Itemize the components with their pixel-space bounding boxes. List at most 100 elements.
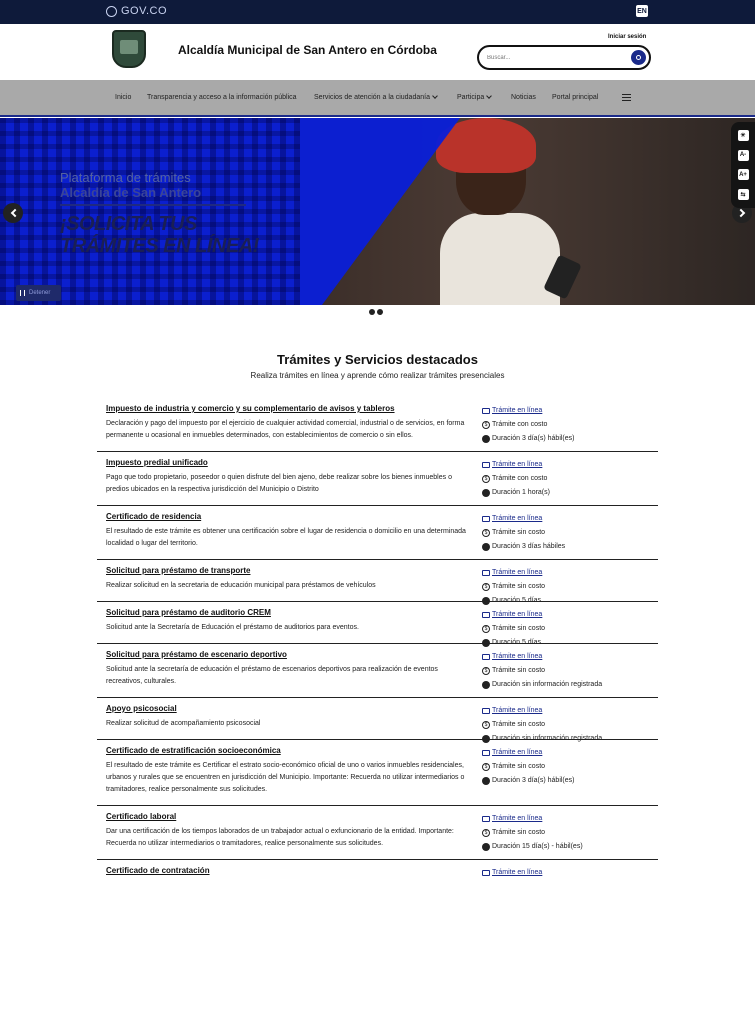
tramite-row: Certificado de residencia El resultado de… <box>97 506 658 560</box>
money-icon: $ <box>482 421 490 429</box>
tramite-title-link[interactable]: Solicitud para préstamo de escenario dep… <box>106 650 466 659</box>
tramite-description: El resultado de este trámite es Certific… <box>106 762 465 793</box>
tramite-mode-link[interactable]: Trámite en línea <box>482 404 574 418</box>
money-icon: $ <box>482 721 490 729</box>
site-title[interactable]: Alcaldía Municipal de San Antero en Córd… <box>178 43 437 57</box>
nav-item-portal-principal[interactable]: Portal principal <box>552 94 598 101</box>
tramite-row: Impuesto predial unificado Pago que todo … <box>97 452 658 506</box>
tramite-title-link[interactable]: Certificado de estratificación socioecon… <box>106 746 466 755</box>
tramite-duration: Duración 3 días hábiles <box>482 540 565 554</box>
tramite-mode-link[interactable]: Trámite en línea <box>482 746 574 760</box>
increase-font-button[interactable]: A+ <box>737 169 749 181</box>
tramite-title-link[interactable]: Solicitud para préstamo de auditorio CRE… <box>106 608 466 617</box>
tramite-row: Solicitud para préstamo de escenario dep… <box>97 644 658 698</box>
tramite-duration-label: Duración 3 días hábiles <box>492 543 566 550</box>
money-icon: $ <box>482 583 490 591</box>
tramite-row: Certificado laboral Dar una certificación… <box>97 806 658 860</box>
tramite-title-link[interactable]: Certificado de contratación <box>106 866 466 875</box>
tramite-mode-link[interactable]: Trámite en línea <box>482 458 550 472</box>
money-icon: $ <box>482 829 490 837</box>
nav-item-participa[interactable]: Participa <box>457 93 493 101</box>
nav-item-label: Inicio <box>115 94 132 101</box>
relay-service-button[interactable]: ⇆ <box>737 188 749 200</box>
tramite-description: Solicitud ante la secretaría de educació… <box>106 666 438 685</box>
tramite-meta: Trámite en línea $ Trámite con costo Duraci… <box>482 458 550 500</box>
tramite-description: El resultado de este trámite es obtener … <box>106 528 466 547</box>
tramite-row: Impuesto de industria y comercio y su co… <box>97 398 658 452</box>
tramite-cost-label: Trámite sin costo <box>492 721 546 728</box>
tramite-mode: Trámite en línea <box>492 569 543 576</box>
monitor-icon <box>482 462 490 468</box>
tramite-info: Apoyo psicosocial Realizar solicitud de a… <box>106 704 466 730</box>
tramite-description: Dar una certificación de los tiempos lab… <box>106 828 454 847</box>
nav-item-label: Noticias <box>511 94 536 101</box>
monitor-icon <box>482 408 490 414</box>
tramite-mode-link[interactable]: Trámite en línea <box>482 866 542 880</box>
hero-headline-line1: ¡SOLICITA TUS <box>60 213 197 235</box>
tramite-title-link[interactable]: Certificado laboral <box>106 812 466 821</box>
monitor-icon <box>482 870 490 876</box>
hero-headline: ¡SOLICITA TUS TRÁMITES EN LÍNEA! <box>60 213 259 257</box>
tramite-cost-label: Trámite con costo <box>492 421 548 428</box>
language-toggle-button[interactable]: EN <box>636 5 648 17</box>
tramite-mode-link[interactable]: Trámite en línea <box>482 650 602 664</box>
tramites-list: Impuesto de industria y comercio y su co… <box>97 398 658 889</box>
hamburger-menu-icon[interactable] <box>622 94 631 101</box>
carousel-prev-button[interactable] <box>3 203 23 223</box>
clock-icon <box>482 777 490 785</box>
clock-icon <box>482 435 490 443</box>
carousel-dot[interactable] <box>377 309 383 315</box>
nav-item-label: Servicios de atención a la ciudadanía <box>314 94 430 101</box>
money-icon: $ <box>482 625 490 633</box>
carousel-dot[interactable] <box>369 309 375 315</box>
tramite-mode-link[interactable]: Trámite en línea <box>482 608 545 622</box>
nav-item-inicio[interactable]: Inicio <box>115 94 131 101</box>
main-nav: Inicio Transparencia y acceso a la infor… <box>0 80 755 117</box>
tramite-description: Realizar solicitud en la secretaria de e… <box>106 582 376 589</box>
tramite-duration: Duración 15 día(s) - hábil(es) <box>482 840 583 854</box>
tramite-title-link[interactable]: Impuesto de industria y comercio y su co… <box>106 404 466 413</box>
chevron-down-icon <box>486 93 493 99</box>
nav-item-transparencia[interactable]: Transparencia y acceso a la información … <box>147 94 297 101</box>
tramite-title-link[interactable]: Impuesto predial unificado <box>106 458 466 467</box>
tramite-title-link[interactable]: Certificado de residencia <box>106 512 466 521</box>
tramite-row: Apoyo psicosocial Realizar solicitud de a… <box>97 698 658 743</box>
search-icon <box>636 55 641 60</box>
tramite-info: Solicitud para préstamo de auditorio CRE… <box>106 608 466 634</box>
tramite-mode: Trámite en línea <box>492 407 543 414</box>
tramite-cost-label: Trámite sin costo <box>492 763 546 770</box>
gov-bar: GOV.CO EN <box>0 0 755 24</box>
tramite-mode: Trámite en línea <box>492 461 543 468</box>
nav-item-servicios[interactable]: Servicios de atención a la ciudadanía <box>314 93 438 101</box>
search-box <box>477 45 651 70</box>
tramite-title-link[interactable]: Apoyo psicosocial <box>106 704 466 713</box>
site-header: Alcaldía Municipal de San Antero en Córd… <box>0 24 755 80</box>
tramite-mode-link[interactable]: Trámite en línea <box>482 812 583 826</box>
decrease-font-button[interactable]: A- <box>737 149 749 161</box>
tramite-description: Declaración y pago del impuesto por el e… <box>106 420 465 439</box>
monitor-icon <box>482 708 490 714</box>
tramite-mode-link[interactable]: Trámite en línea <box>482 512 565 526</box>
tramite-cost: $ Trámite sin costo <box>482 718 602 732</box>
contrast-button[interactable]: ☀ <box>737 130 749 142</box>
tramite-info: Certificado de residencia El resultado de… <box>106 512 466 550</box>
search-button[interactable] <box>631 50 646 65</box>
tramite-mode: Trámite en línea <box>492 515 543 522</box>
nav-item-noticias[interactable]: Noticias <box>511 94 536 101</box>
tramite-mode: Trámite en línea <box>492 653 543 660</box>
clock-icon <box>482 681 490 689</box>
carousel-stop-button[interactable]: Detener <box>16 285 61 301</box>
login-link[interactable]: Iniciar sesión <box>608 34 646 40</box>
tramite-description: Pago que todo propietario, poseedor o qu… <box>106 474 452 493</box>
hero-divider <box>60 204 246 206</box>
tramite-mode-link[interactable]: Trámite en línea <box>482 704 602 718</box>
hero-woman-image <box>430 118 582 305</box>
tramite-mode-link[interactable]: Trámite en línea <box>482 566 545 580</box>
tramite-title-link[interactable]: Solicitud para préstamo de transporte <box>106 566 466 575</box>
tramite-duration: Duración 3 día(s) hábil(es) <box>482 432 574 446</box>
tramite-meta: Trámite en línea $ Trámite con costo Duraci… <box>482 404 574 446</box>
municipal-shield-logo[interactable] <box>112 30 146 68</box>
tramite-cost: $ Trámite con costo <box>482 418 574 432</box>
search-input[interactable] <box>487 51 627 65</box>
gov-co-logo[interactable]: GOV.CO <box>106 5 167 17</box>
